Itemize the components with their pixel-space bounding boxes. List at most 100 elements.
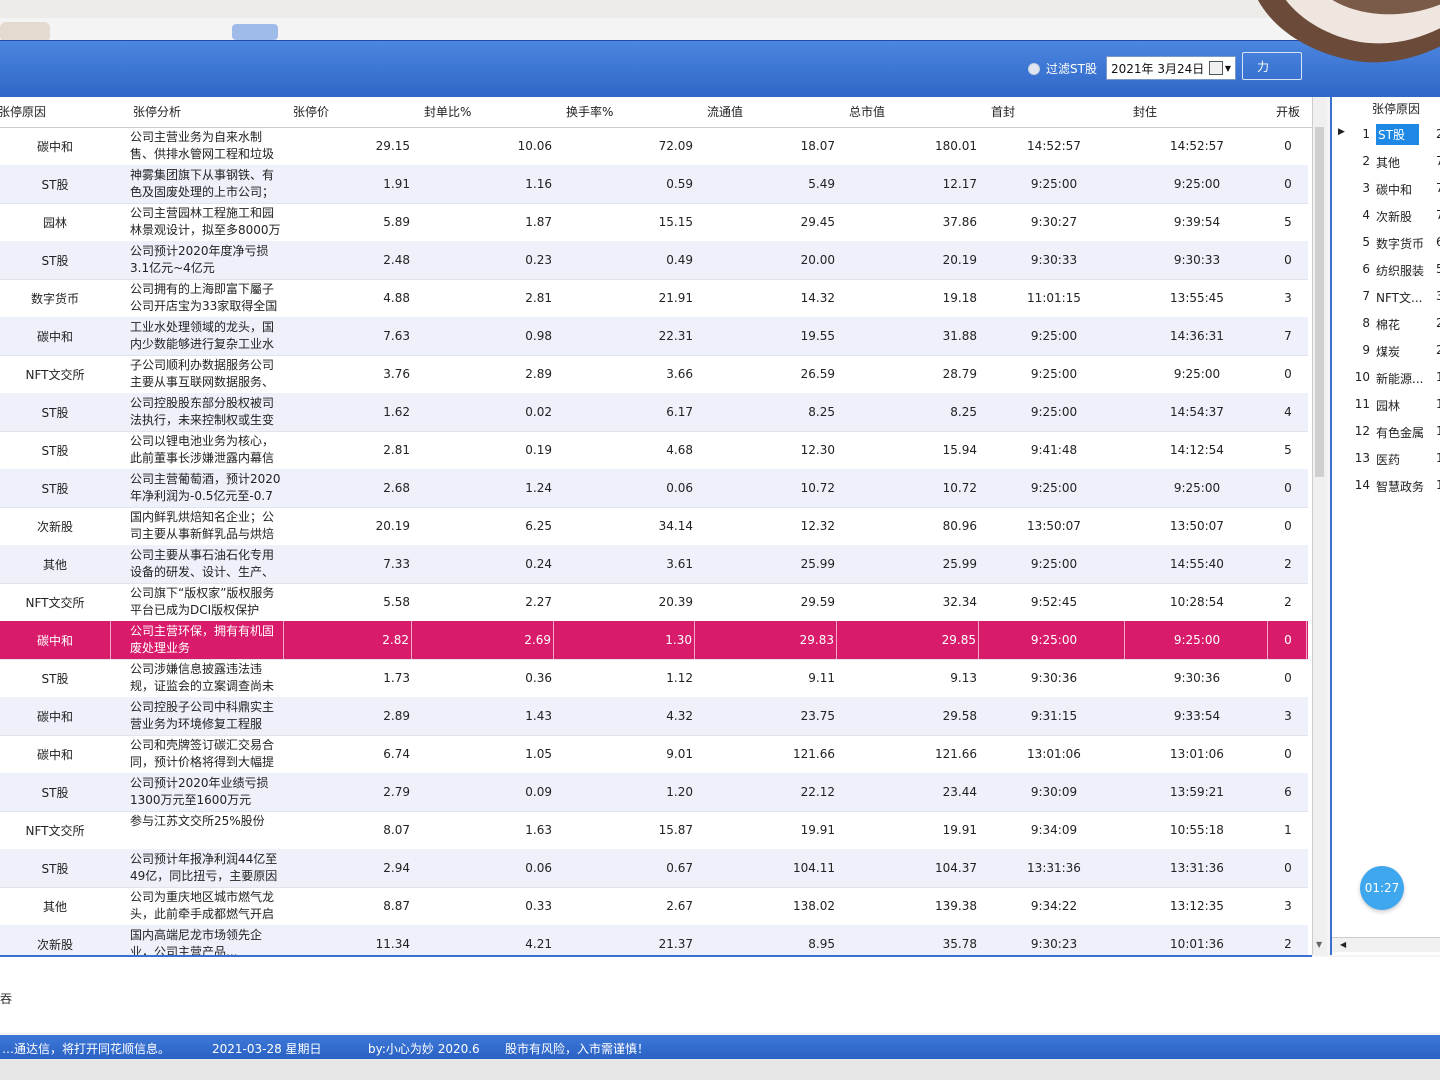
cell-seal-ratio: 1.16 — [525, 177, 552, 191]
col-total-value[interactable]: 总市值 — [849, 97, 885, 127]
cell-total-value: 9.13 — [950, 671, 977, 685]
cell-price: 1.91 — [383, 177, 410, 191]
item-index: 10 — [1354, 370, 1370, 384]
item-count: 6 — [1436, 235, 1440, 249]
cell-open-count: 0 — [1284, 481, 1292, 495]
item-index: 12 — [1354, 424, 1370, 438]
radio-icon[interactable] — [1028, 62, 1040, 75]
cell-open-count: 5 — [1284, 215, 1292, 229]
table-row[interactable]: ST股 公司预计2020年业绩亏损1300万元至1600万元 2.79 0.09 1.2… — [0, 773, 1308, 812]
table-row[interactable]: NFT文交所 参与江苏文交所25%股份 8.07 1.63 15.87 19.91 19.9… — [0, 811, 1308, 850]
table-scrollbar[interactable]: ▼ — [1312, 97, 1327, 955]
reason-list-item[interactable]: 7 NFT文... 3 — [1332, 283, 1440, 310]
table-row[interactable]: ST股 公司以锂电池业务为核心，此前董事长涉嫌泄露内幕信 2.81 0.19 4.68 1… — [0, 431, 1308, 470]
cell-reason: 碳中和 — [36, 139, 73, 154]
cell-reason: 次新股 — [36, 937, 73, 952]
table-row[interactable]: ST股 公司控股股东部分股权被司法执行，未来控制权或生变 1.62 0.02 6.17 8… — [0, 393, 1308, 432]
table-row[interactable]: 园林 公司主营园林工程施工和园林景观设计，拟至多8000万 5.89 1.87 15.1… — [0, 203, 1308, 242]
table-row[interactable]: 数字货币 公司拥有的上海即富下屬子公司开店宝为33家取得全国 4.88 2.81 21.… — [0, 279, 1308, 318]
status-date: 2021-03-28 星期日 — [212, 1042, 322, 1056]
reason-summary-panel: 张停原因 ▶ 1 ST股 2 2 其他 7 3 碳中和 7 4 次新股 7 5 数字货币 6 6 纺织服装 5 7 NF… — [1330, 97, 1440, 955]
scrollbar-thumb[interactable] — [1315, 127, 1324, 477]
cell-first-seal: 9:25:00 — [1030, 177, 1078, 191]
scroll-down-icon[interactable]: ▼ — [1316, 940, 1322, 949]
cell-seal-ratio: 0.06 — [525, 861, 552, 875]
panel-hscrollbar[interactable]: ◀ — [1332, 937, 1440, 952]
table-row[interactable]: 碳中和 公司主营业务为自来水制售、供排水管网工程和垃圾 29.15 10.06 72.0… — [0, 127, 1308, 166]
date-picker[interactable]: 2021年 3月24日 ▼ — [1106, 56, 1236, 80]
cell-first-seal: 14:52:57 — [1027, 139, 1081, 153]
bottom-mark: 吞 — [0, 992, 13, 1006]
cell-total-value: 37.86 — [942, 215, 977, 229]
cell-seal-ratio: 1.63 — [525, 823, 552, 837]
cell-analysis: 公司涉嫌信息披露违法违规，证监会的立案调查尚未 — [130, 662, 275, 693]
cell-turnover: 20.39 — [658, 595, 693, 609]
timer-bubble[interactable]: 01:27 — [1360, 866, 1404, 910]
col-price[interactable]: 张停价 — [293, 97, 329, 127]
cell-sealed: 9:30:36 — [1173, 671, 1221, 685]
cell-open-count: 0 — [1284, 367, 1292, 381]
table-row[interactable]: ST股 公司预计2020年度净亏损3.1亿元~4亿元 2.48 0.23 0.49 20.… — [0, 241, 1308, 280]
col-sealed[interactable]: 封住 — [1133, 97, 1157, 127]
reason-list-item[interactable]: 13 医药 1 — [1332, 445, 1440, 472]
table-row[interactable]: ST股 公司预计年报净利润44亿至49亿，同比扭亏，主要原因 2.94 0.06 0.6… — [0, 849, 1308, 888]
cell-price: 5.89 — [383, 215, 410, 229]
col-analysis[interactable]: 张停分析 — [133, 97, 181, 127]
table-row[interactable]: 碳中和 公司主营环保，拥有有机固废处理业务 2.82 2.69 1.30 29.83 29.… — [0, 621, 1308, 660]
reason-list-item[interactable]: ▶ 1 ST股 2 — [1332, 121, 1440, 148]
cell-turnover: 15.87 — [658, 823, 693, 837]
cell-first-seal: 9:31:15 — [1030, 709, 1078, 723]
cell-price: 2.79 — [383, 785, 410, 799]
status-message: …通达信，将打开同花顺信息。 — [2, 1042, 171, 1056]
reason-list-item[interactable]: 5 数字货币 6 — [1332, 229, 1440, 256]
cell-reason: ST股 — [41, 481, 69, 496]
cell-price: 3.76 — [383, 367, 410, 381]
table-row[interactable]: ST股 公司主营葡萄酒，预计2020年净利润为-0.5亿元至-0.7 2.68 1.2… — [0, 469, 1308, 508]
table-row[interactable]: 碳中和 公司控股子公司中科鼎实主营业务为环境修复工程服 2.89 1.43 4.32 23… — [0, 697, 1308, 736]
item-name: 医药 — [1376, 453, 1401, 467]
cell-sealed: 9:25:00 — [1173, 367, 1221, 381]
reason-list-item[interactable]: 2 其他 7 — [1332, 148, 1440, 175]
reason-list-item[interactable]: 12 有色金属 1 — [1332, 418, 1440, 445]
reason-list-item[interactable]: 9 煤炭 2 — [1332, 337, 1440, 364]
status-author: by:小心为妙 2020.6 — [368, 1042, 480, 1056]
table-row[interactable]: 碳中和 工业水处理领域的龙头，国内少数能够进行复杂工业水 7.63 0.98 22.31… — [0, 317, 1308, 356]
table-row[interactable]: ST股 神雾集团旗下从事钢铁、有色及固废处理的上市公司； 1.91 1.16 0.59 5… — [0, 165, 1308, 204]
reason-list-item[interactable]: 8 棉花 2 — [1332, 310, 1440, 337]
cell-price: 2.81 — [383, 443, 410, 457]
table-row[interactable]: 其他 公司为重庆地区城市燃气龙头，此前牵手成都燃气开启 8.87 0.33 2.67 13… — [0, 887, 1308, 926]
cell-first-seal: 9:25:00 — [1030, 557, 1078, 571]
cell-analysis: 公司拥有的上海即富下屬子公司开店宝为33家取得全国 — [130, 282, 278, 313]
cell-turnover: 34.14 — [658, 519, 693, 533]
reason-list-item[interactable]: 4 次新股 7 — [1332, 202, 1440, 229]
col-first-seal[interactable]: 首封 — [991, 97, 1015, 127]
reason-list-item[interactable]: 11 园林 1 — [1332, 391, 1440, 418]
reason-list-item[interactable]: 14 智慧政务 1 — [1332, 472, 1440, 499]
cell-sealed: 13:55:45 — [1170, 291, 1224, 305]
col-float-value[interactable]: 流通值 — [707, 97, 743, 127]
table-row[interactable]: ST股 公司涉嫌信息披露违法违规，证监会的立案调查尚未 1.73 0.36 1.12 9.… — [0, 659, 1308, 698]
table-row[interactable]: 次新股 国内鲜乳烘焙知名企业；公司主要从事新鲜乳品与烘焙 20.19 6.25 34.1… — [0, 507, 1308, 546]
table-row[interactable]: NFT文交所 子公司顺利办数据服务公司主要从事互联网数据服务、 3.76 2.89 3.… — [0, 355, 1308, 394]
col-reason[interactable]: 张停原因 — [0, 97, 46, 127]
cell-float-value: 29.45 — [800, 215, 835, 229]
cell-float-value: 23.75 — [800, 709, 835, 723]
filter-st-toggle[interactable]: 过滤ST股 — [1028, 60, 1097, 77]
cell-turnover: 3.61 — [666, 557, 693, 571]
col-seal-ratio[interactable]: 封单比% — [424, 97, 471, 127]
table-row[interactable]: NFT文交所 公司旗下“版权家”版权服务平台已成为DCI版权保护 5.58 2.27 2… — [0, 583, 1308, 622]
reason-list-item[interactable]: 6 纺织服装 5 — [1332, 256, 1440, 283]
cell-sealed: 14:36:31 — [1170, 329, 1224, 343]
table-row[interactable]: 次新股 国内高端尼龙市场领先企业，公司主营产品... 11.34 4.21 21.37 8… — [0, 925, 1308, 955]
table-row[interactable]: 碳中和 公司和壳牌签订碳汇交易合同，预计价格将得到大幅提 6.74 1.05 9.01 1… — [0, 735, 1308, 774]
col-turnover[interactable]: 换手率% — [566, 97, 613, 127]
reason-list-item[interactable]: 3 碳中和 7 — [1332, 175, 1440, 202]
scroll-left-icon[interactable]: ◀ — [1340, 940, 1346, 949]
cell-analysis: 公司预计2020年度净亏损3.1亿元~4亿元 — [130, 244, 269, 275]
cell-total-value: 12.17 — [942, 177, 977, 191]
cell-analysis: 公司主要从事石油石化专用设备的研发、设计、生产、 — [130, 548, 275, 579]
table-row[interactable]: 其他 公司主要从事石油石化专用设备的研发、设计、生产、 7.33 0.24 3.61 25… — [0, 545, 1308, 584]
reason-list-item[interactable]: 10 新能源... 1 — [1332, 364, 1440, 391]
calendar-icon[interactable] — [1208, 61, 1223, 75]
cell-seal-ratio: 2.81 — [525, 291, 552, 305]
